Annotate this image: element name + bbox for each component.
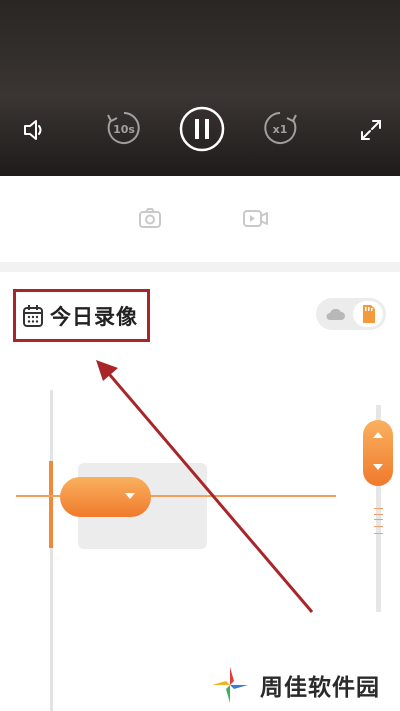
watermark-text: 周佳软件园	[260, 675, 380, 701]
calendar-icon	[23, 304, 43, 327]
timeline-drag-handle[interactable]	[60, 477, 151, 517]
video-record-icon	[243, 210, 268, 227]
chevron-up-icon	[373, 432, 383, 438]
cloud-icon	[326, 308, 345, 320]
sd-card-option[interactable]	[353, 301, 383, 327]
chevron-down-icon	[125, 493, 135, 499]
today-recordings-header[interactable]: 今日录像	[13, 289, 150, 342]
camera-icon	[139, 208, 161, 228]
volume-button[interactable]	[18, 114, 50, 146]
zoom-handle[interactable]	[363, 420, 393, 486]
sd-card-icon	[363, 305, 375, 323]
zoom-tick	[374, 514, 383, 515]
speed-icon: x1	[264, 112, 297, 144]
speed-button[interactable]: x1	[260, 108, 300, 148]
rewind-10s-button[interactable]: 10s	[104, 108, 144, 148]
watermark-logo	[212, 667, 248, 703]
speaker-icon	[24, 120, 42, 140]
pause-button[interactable]	[179, 106, 225, 152]
rewind-label: 10s	[113, 123, 135, 136]
fullscreen-button[interactable]	[355, 114, 387, 146]
timeline-axis	[50, 390, 53, 711]
fullscreen-icon	[361, 120, 381, 140]
rewind-icon: 10s	[107, 112, 140, 144]
zoom-tick	[374, 533, 383, 534]
recordings-title: 今日录像	[50, 304, 138, 329]
zoom-tick	[374, 508, 383, 509]
section-divider	[0, 262, 400, 272]
timeline-cursor	[49, 461, 53, 548]
zoom-tick	[374, 519, 383, 520]
action-bar	[0, 176, 400, 262]
record-button[interactable]	[240, 203, 270, 233]
speed-label: x1	[273, 123, 288, 136]
storage-source-toggle[interactable]	[316, 298, 386, 330]
zoom-tick	[374, 526, 383, 527]
pause-icon	[179, 106, 225, 152]
watermark: 周佳软件园	[208, 662, 394, 708]
chevron-down-icon	[373, 464, 383, 470]
snapshot-button[interactable]	[135, 203, 165, 233]
